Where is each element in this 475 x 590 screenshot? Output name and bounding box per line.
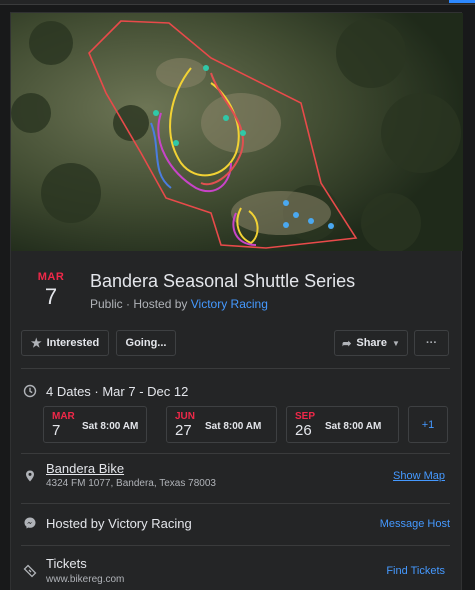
date-tile[interactable]: SEP 26 Sat 8:00 AM — [286, 406, 399, 443]
date-tile-time: Sat 8:00 AM — [82, 421, 139, 432]
interested-button[interactable]: ★ Interested — [21, 330, 109, 356]
chevron-down-icon: ▼ — [391, 338, 400, 348]
event-cover-photo[interactable] — [11, 13, 463, 251]
hosted-by-text: Hosted by Victory Racing — [46, 516, 192, 531]
event-card: MAR 7 Bandera Seasonal Shuttle Series Pu… — [10, 12, 463, 590]
top-navigation-bar — [0, 0, 475, 5]
dates-summary: 4 Dates · Mar 7 - Dec 12 — [46, 384, 189, 399]
top-bar-accent — [449, 0, 475, 3]
date-tile-day: 26 — [295, 422, 312, 439]
host-link[interactable]: Victory Racing — [191, 297, 268, 311]
event-date-month: MAR — [37, 271, 65, 283]
tickets-label: Tickets — [46, 556, 87, 571]
date-tile[interactable]: JUN 27 Sat 8:00 AM — [166, 406, 277, 443]
divider — [21, 453, 450, 454]
divider — [21, 503, 450, 504]
event-title: Bandera Seasonal Shuttle Series — [90, 271, 356, 291]
location-pin-icon — [26, 470, 34, 482]
event-subtitle: Public · Hosted by Victory Racing — [90, 297, 268, 311]
date-tile-day: 7 — [52, 422, 61, 439]
show-map-link[interactable]: Show Map — [393, 470, 445, 482]
tickets-url[interactable]: www.bikereg.com — [46, 574, 124, 585]
going-label: Going... — [125, 337, 167, 349]
date-tile-month: JUN — [175, 411, 196, 422]
date-tile-day: 27 — [175, 422, 192, 439]
going-button[interactable]: Going... — [116, 330, 176, 356]
event-privacy: Public — [90, 297, 123, 311]
hosted-by-prefix: Hosted by — [133, 297, 188, 311]
share-label: Share — [356, 337, 387, 349]
satellite-trail-map — [11, 13, 463, 251]
location-name-link[interactable]: Bandera Bike — [46, 461, 124, 476]
share-button[interactable]: ➦ Share ▼ — [334, 330, 408, 356]
star-icon: ★ — [30, 336, 42, 350]
messenger-icon — [24, 517, 36, 529]
date-tile-time: Sat 8:00 AM — [325, 421, 382, 432]
divider — [21, 545, 450, 546]
divider — [21, 368, 450, 369]
more-options-button[interactable]: ··· — [414, 330, 449, 356]
more-dates-button[interactable]: +1 — [408, 406, 448, 443]
clock-icon — [23, 384, 37, 398]
date-tile[interactable]: MAR 7 Sat 8:00 AM — [43, 406, 147, 443]
message-host-link[interactable]: Message Host — [380, 518, 450, 530]
share-arrow-icon: ➦ — [342, 337, 352, 350]
event-date-day: 7 — [44, 284, 58, 309]
ticket-icon — [23, 564, 37, 578]
subtitle-separator: · — [126, 297, 131, 311]
interested-label: Interested — [46, 337, 100, 349]
more-options-label: ··· — [426, 337, 437, 349]
date-tile-time: Sat 8:00 AM — [205, 421, 262, 432]
date-tile-month: SEP — [295, 411, 316, 422]
location-address: 4324 FM 1077, Bandera, Texas 78003 — [46, 478, 216, 489]
event-date-badge: MAR 7 — [27, 271, 75, 310]
date-tile-month: MAR — [52, 411, 75, 422]
find-tickets-link[interactable]: Find Tickets — [386, 565, 445, 577]
